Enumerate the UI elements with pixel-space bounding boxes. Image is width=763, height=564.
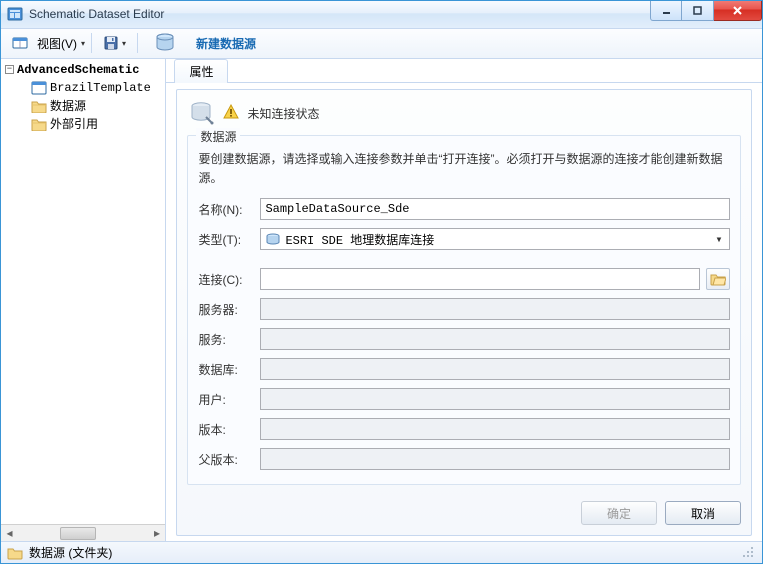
- datasource-group-icon[interactable]: [148, 28, 182, 58]
- tab-content: 未知连接状态 数据源 要创建数据源，请选择或输入连接参数并单击“打开连接”。必须…: [166, 83, 762, 541]
- datasource-icon: [187, 98, 215, 129]
- row-parent-version: 父版本:: [198, 448, 730, 470]
- status-bar: 数据源 (文件夹): [1, 541, 762, 563]
- connection-status-text: 未知连接状态: [247, 105, 319, 122]
- row-connection: 连接(C):: [198, 268, 730, 290]
- version-label: 版本:: [198, 421, 254, 438]
- connection-label: 连接(C):: [198, 271, 254, 288]
- properties-panel: 未知连接状态 数据源 要创建数据源，请选择或输入连接参数并单击“打开连接”。必须…: [176, 89, 752, 536]
- sidebar: − AdvancedSchematic BrazilTemplate: [1, 59, 166, 541]
- scroll-left-icon[interactable]: ◂: [1, 526, 18, 541]
- toolbar-separator: [91, 33, 92, 53]
- tree-item-template[interactable]: BrazilTemplate: [1, 79, 165, 97]
- template-icon: [31, 81, 47, 95]
- view-dataset-button[interactable]: [7, 32, 33, 54]
- database-input: [260, 358, 730, 380]
- tree-item-label: BrazilTemplate: [50, 81, 151, 95]
- window-title: Schematic Dataset Editor: [29, 7, 164, 21]
- folder-icon: [31, 99, 47, 113]
- button-row: 确定 取消: [177, 495, 751, 535]
- folder-icon: [31, 117, 47, 131]
- groupbox-legend: 数据源: [196, 128, 240, 145]
- app-window: Schematic Dataset Editor 视图(V) ▾: [0, 0, 763, 564]
- datasource-groupbox: 数据源 要创建数据源，请选择或输入连接参数并单击“打开连接”。必须打开与数据源的…: [187, 135, 741, 485]
- panel-header: 未知连接状态: [177, 90, 751, 135]
- main-panel: 属性: [166, 59, 762, 541]
- service-label: 服务:: [198, 331, 254, 348]
- row-database: 数据库:: [198, 358, 730, 380]
- window-buttons: [650, 1, 762, 21]
- title-bar: Schematic Dataset Editor: [1, 1, 762, 29]
- resize-grip[interactable]: [742, 546, 756, 560]
- ok-button[interactable]: 确定: [581, 501, 657, 525]
- chevron-down-icon: ▾: [712, 232, 726, 246]
- tree-root[interactable]: − AdvancedSchematic: [1, 61, 165, 79]
- type-value: ESRI SDE 地理数据库连接: [285, 231, 434, 248]
- row-version: 版本:: [198, 418, 730, 440]
- sidebar-scrollbar[interactable]: ◂ ▸: [1, 524, 165, 541]
- dataset-icon: [12, 35, 28, 51]
- toolbar-separator: [137, 33, 138, 53]
- instruction-text: 要创建数据源，请选择或输入连接参数并单击“打开连接”。必须打开与数据源的连接才能…: [198, 150, 730, 188]
- browse-button[interactable]: [706, 268, 730, 290]
- tree-root-label: AdvancedSchematic: [17, 63, 139, 77]
- body: − AdvancedSchematic BrazilTemplate: [1, 59, 762, 541]
- scroll-right-icon[interactable]: ▸: [148, 526, 165, 541]
- tab-properties[interactable]: 属性: [174, 59, 228, 83]
- view-menu[interactable]: 视图(V): [37, 35, 77, 52]
- row-type: 类型(T): ESRI SDE 地理数据库连接 ▾: [198, 228, 730, 250]
- version-input: [260, 418, 730, 440]
- folder-open-icon: [710, 272, 726, 286]
- type-select[interactable]: ESRI SDE 地理数据库连接 ▾: [260, 228, 730, 250]
- save-dropdown-icon: ▾: [122, 39, 126, 48]
- warning-icon: [223, 104, 239, 123]
- type-label: 类型(T):: [198, 231, 254, 248]
- toolbar: 视图(V) ▾ ▾ 新建数据源: [1, 29, 762, 59]
- connection-input[interactable]: [260, 268, 700, 290]
- user-label: 用户:: [198, 391, 254, 408]
- tree[interactable]: − AdvancedSchematic BrazilTemplate: [1, 59, 165, 524]
- parent-version-input: [260, 448, 730, 470]
- sde-icon: [265, 232, 281, 246]
- save-button[interactable]: ▾: [98, 32, 131, 54]
- close-button[interactable]: [714, 1, 762, 21]
- cancel-button[interactable]: 取消: [665, 501, 741, 525]
- status-text: 数据源 (文件夹): [29, 544, 112, 561]
- tab-strip: 属性: [166, 59, 762, 83]
- ok-button-label: 确定: [607, 505, 631, 522]
- app-icon: [7, 6, 23, 22]
- tree-item-externalrefs[interactable]: 外部引用: [1, 115, 165, 133]
- new-datasource-link[interactable]: 新建数据源: [196, 35, 256, 52]
- user-input: [260, 388, 730, 410]
- server-input: [260, 298, 730, 320]
- collapse-icon[interactable]: −: [5, 65, 14, 74]
- cancel-button-label: 取消: [691, 505, 715, 522]
- maximize-button[interactable]: [682, 1, 714, 21]
- scroll-thumb[interactable]: [60, 527, 96, 540]
- parent-version-label: 父版本:: [198, 451, 254, 468]
- service-input: [260, 328, 730, 350]
- name-input[interactable]: [260, 198, 730, 220]
- server-label: 服务器:: [198, 301, 254, 318]
- view-menu-dropdown-icon[interactable]: ▾: [81, 39, 85, 48]
- save-icon: [103, 35, 119, 51]
- row-user: 用户:: [198, 388, 730, 410]
- row-service: 服务:: [198, 328, 730, 350]
- row-name: 名称(N):: [198, 198, 730, 220]
- tree-item-datasources[interactable]: 数据源: [1, 97, 165, 115]
- name-label: 名称(N):: [198, 201, 254, 218]
- database-label: 数据库:: [198, 361, 254, 378]
- folder-icon: [7, 546, 23, 560]
- row-server: 服务器:: [198, 298, 730, 320]
- tab-label: 属性: [189, 65, 213, 79]
- tree-item-label: 外部引用: [50, 115, 98, 132]
- minimize-button[interactable]: [650, 1, 682, 21]
- tree-item-label: 数据源: [50, 97, 86, 114]
